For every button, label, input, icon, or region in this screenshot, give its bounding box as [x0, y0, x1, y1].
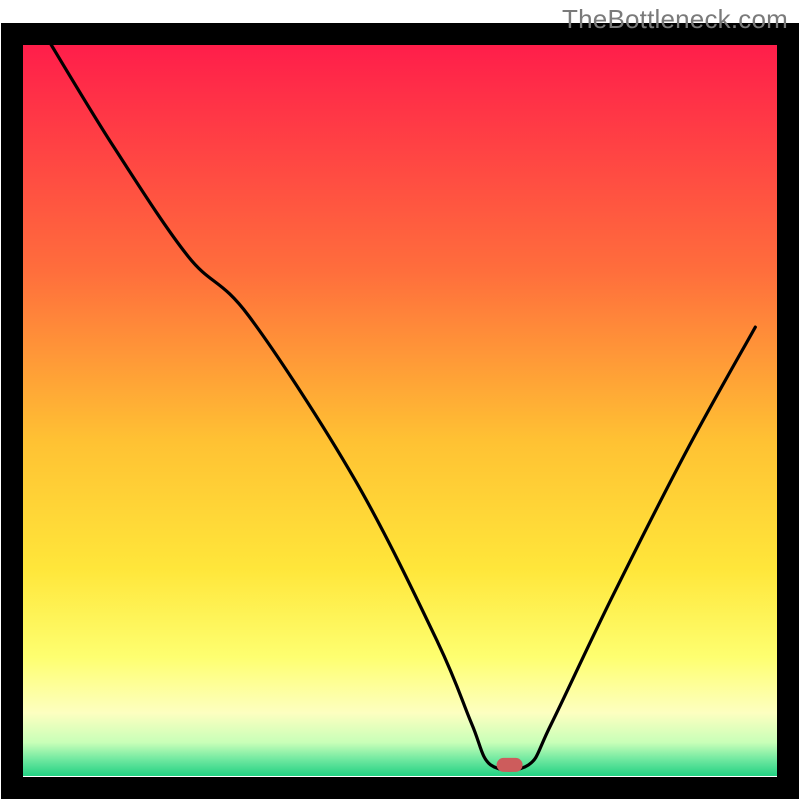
- watermark-text: TheBottleneck.com: [562, 4, 788, 35]
- bottleneck-chart: [0, 0, 800, 800]
- optimal-point-marker: [497, 758, 523, 772]
- gradient-background: [22, 34, 778, 776]
- plot-area: [0, 0, 800, 788]
- chart-container: TheBottleneck.com: [0, 0, 800, 800]
